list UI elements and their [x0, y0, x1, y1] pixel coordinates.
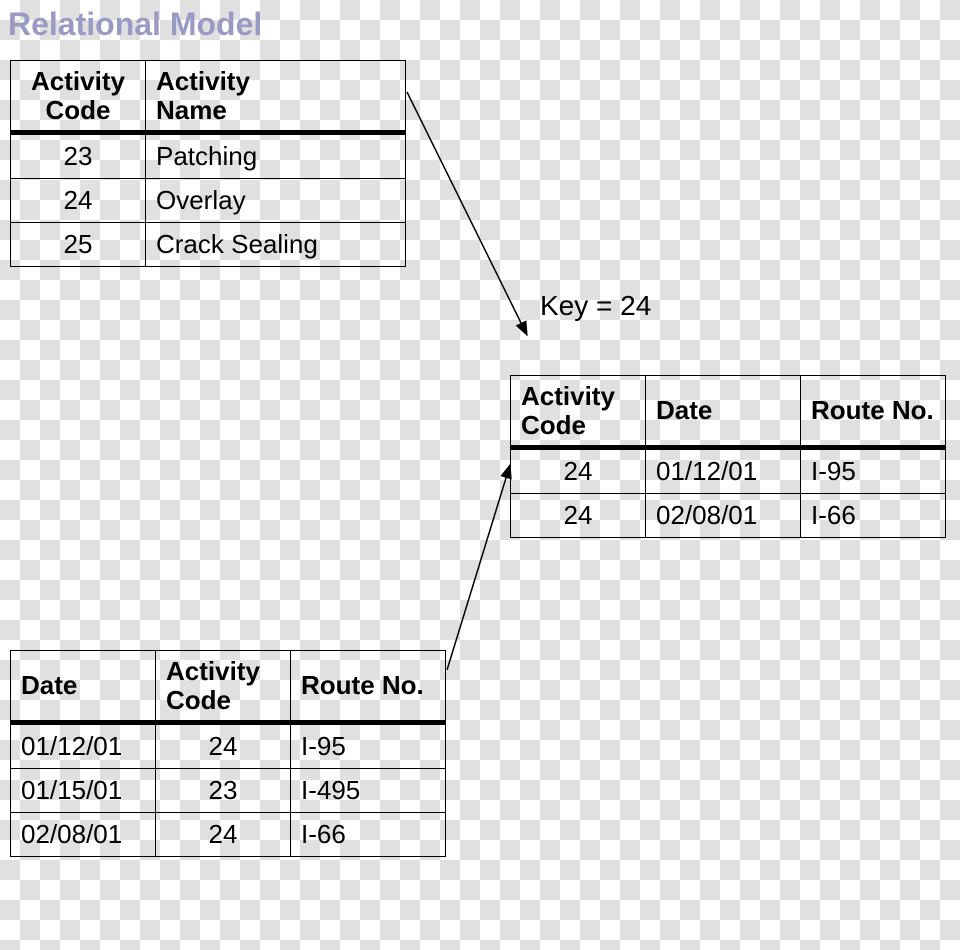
cell-name: Overlay [146, 179, 406, 223]
col-activity-code: ActivityCode [511, 376, 646, 448]
col-route: Route No. [801, 376, 946, 448]
col-activity-code: ActivityCode [11, 61, 146, 133]
table-row: 24 02/08/01 I-66 [511, 494, 946, 538]
cell-name: Patching [146, 133, 406, 179]
cell-route: I-495 [291, 769, 446, 813]
cell-route: I-95 [291, 723, 446, 769]
cell-route: I-66 [801, 494, 946, 538]
table-row: 01/15/01 23 I-495 [11, 769, 446, 813]
arrow-activity-to-result [407, 92, 527, 335]
cell-route: I-66 [291, 813, 446, 857]
cell-code: 24 [11, 179, 146, 223]
work-table: Date ActivityCode Route No. 01/12/01 24 … [10, 650, 446, 857]
table-row: 23 Patching [11, 133, 406, 179]
table-header-row: ActivityCode Date Route No. [511, 376, 946, 448]
cell-date: 01/12/01 [646, 448, 801, 494]
cell-date: 02/08/01 [646, 494, 801, 538]
col-date: Date [646, 376, 801, 448]
cell-code: 24 [511, 448, 646, 494]
cell-code: 25 [11, 223, 146, 267]
cell-route: I-95 [801, 448, 946, 494]
result-table: ActivityCode Date Route No. 24 01/12/01 … [510, 375, 946, 538]
cell-date: 01/15/01 [11, 769, 156, 813]
col-route: Route No. [291, 651, 446, 723]
cell-code: 23 [156, 769, 291, 813]
col-activity-name: ActivityName [146, 61, 406, 133]
cell-date: 02/08/01 [11, 813, 156, 857]
table-row: 02/08/01 24 I-66 [11, 813, 446, 857]
table-row: 01/12/01 24 I-95 [11, 723, 446, 769]
cell-date: 01/12/01 [11, 723, 156, 769]
cell-code: 23 [11, 133, 146, 179]
table-row: 24 01/12/01 I-95 [511, 448, 946, 494]
arrow-work-to-result [447, 465, 510, 670]
table-row: 24 Overlay [11, 179, 406, 223]
table-header-row: Date ActivityCode Route No. [11, 651, 446, 723]
key-label: Key = 24 [540, 290, 651, 322]
cell-code: 24 [156, 813, 291, 857]
table-header-row: ActivityCode ActivityName [11, 61, 406, 133]
cell-name: Crack Sealing [146, 223, 406, 267]
table-row: 25 Crack Sealing [11, 223, 406, 267]
cell-code: 24 [156, 723, 291, 769]
cell-code: 24 [511, 494, 646, 538]
col-date: Date [11, 651, 156, 723]
page-title: Relational Model [8, 6, 262, 43]
activity-table: ActivityCode ActivityName 23 Patching 24… [10, 60, 406, 267]
col-activity-code: ActivityCode [156, 651, 291, 723]
